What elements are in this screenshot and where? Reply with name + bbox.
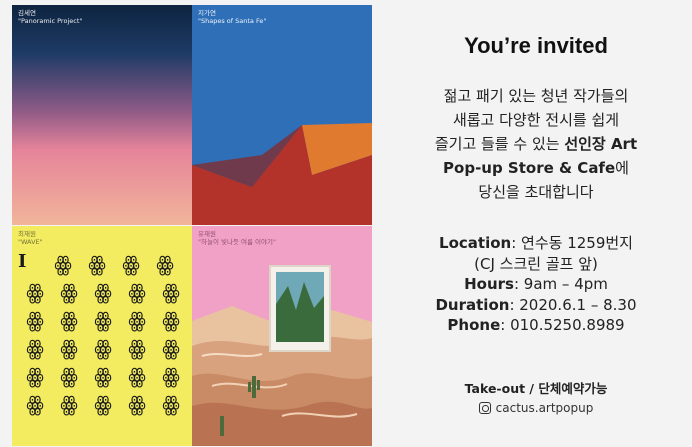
location-row: Location: 연수동 1259번지 bbox=[380, 233, 692, 254]
wave-glyph-icon: ꙮ bbox=[26, 280, 44, 304]
wave-glyph-icon: ꙮ bbox=[26, 336, 44, 360]
artwork-caption: 김세연 "Panoramic Project" bbox=[18, 9, 83, 25]
hours-value: : 9am – 4pm bbox=[513, 275, 608, 293]
invite-intro: 젊고 패기 있는 청년 작가들의 새롭고 다양한 전시를 쉽게 즐기고 들를 수… bbox=[380, 84, 692, 204]
intro-line: Pop-up Store & Cafe에 bbox=[380, 156, 692, 180]
wave-pattern-grid: ꙮ ꙮ ꙮ ꙮ ꙮ ꙮ ꙮ ꙮ ꙮ ꙮ ꙮ ꙮ ꙮ ꙮ ꙮ ꙮ ꙮ ꙮ ꙮ ꙮ bbox=[18, 278, 188, 418]
artwork-santa-fe: 지가연 "Shapes of Santa Fe" bbox=[192, 5, 372, 225]
wave-glyph-icon: ꙮ bbox=[26, 308, 44, 332]
instagram-handle[interactable]: cactus.artpopup bbox=[496, 401, 594, 415]
invitation-text-panel: You’re invited 젊고 패기 있는 청년 작가들의 새롭고 다양한 … bbox=[380, 0, 692, 447]
event-info: Location: 연수동 1259번지 (CJ 스크린 골프 앞) Hours… bbox=[380, 233, 692, 336]
wave-glyph-icon: ꙮ bbox=[88, 252, 106, 276]
phone-value: : 010.5250.8989 bbox=[500, 316, 625, 334]
wave-glyph-icon: ꙮ bbox=[162, 336, 180, 360]
intro-line: 당신을 초대합니다 bbox=[478, 183, 594, 201]
wave-glyph-icon: ꙮ bbox=[162, 308, 180, 332]
intro-line: 젊고 패기 있는 청년 작가들의 bbox=[443, 87, 629, 105]
intro-line: 즐기고 들를 수 있는 선인장 Art bbox=[380, 132, 692, 156]
artwork-caption: 최재원 "WAVE" bbox=[18, 230, 43, 246]
wave-glyph-icon: ꙮ bbox=[94, 364, 112, 388]
location-sub: (CJ 스크린 골프 앞) bbox=[474, 254, 598, 273]
wave-glyph-icon: ꙮ bbox=[60, 336, 78, 360]
phone-label: Phone bbox=[447, 316, 501, 334]
wave-glyph-icon: ꙮ bbox=[94, 392, 112, 416]
brand-name: 선인장 Art bbox=[564, 135, 638, 153]
wave-glyph-icon: ꙮ bbox=[162, 392, 180, 416]
wave-glyph-icon: ꙮ bbox=[128, 280, 146, 304]
artwork-wave: 최재원 "WAVE" I ꙮ ꙮ ꙮ ꙮ ꙮ ꙮ ꙮ ꙮ ꙮ ꙮ ꙮ ꙮ ꙮ ꙮ… bbox=[12, 226, 192, 446]
wave-glyph-icon: ꙮ bbox=[128, 336, 146, 360]
wave-glyph-icon: ꙮ bbox=[94, 308, 112, 332]
wave-glyph-icon: ꙮ bbox=[60, 364, 78, 388]
intro-text: 즐기고 들를 수 있는 bbox=[434, 135, 565, 153]
wave-glyph-icon: ꙮ bbox=[54, 252, 72, 276]
desert-landscape-graphic bbox=[192, 265, 372, 446]
adobe-wall-graphic bbox=[192, 123, 372, 225]
wave-glyph-icon: ꙮ bbox=[128, 392, 146, 416]
wave-glyph-icon: ꙮ bbox=[162, 364, 180, 388]
invite-title: You’re invited bbox=[464, 33, 608, 58]
hours-label: Hours bbox=[464, 275, 514, 293]
wave-pattern-row: ꙮ ꙮ ꙮ ꙮ bbox=[46, 250, 192, 278]
location-value: : 연수동 1259번지 bbox=[511, 234, 633, 252]
wave-glyph-icon: ꙮ bbox=[26, 392, 44, 416]
duration-value: : 2020.6.1 – 8.30 bbox=[509, 295, 637, 314]
wave-glyph-icon: ꙮ bbox=[162, 280, 180, 304]
wave-glyph-icon: ꙮ bbox=[94, 280, 112, 304]
instagram-handle-row[interactable]: cactus.artpopup bbox=[380, 401, 692, 415]
location-label: Location bbox=[439, 234, 512, 252]
hours-row: Hours: 9am – 4pm bbox=[380, 274, 692, 295]
artwork-collage: 김세연 "Panoramic Project" 지가연 "Shapes of S… bbox=[12, 5, 372, 446]
brand-name: Pop-up Store & Cafe bbox=[443, 159, 616, 177]
duration-row: Duration: 2020.6.1 – 8.30 bbox=[380, 295, 692, 316]
wave-glyph-icon: ꙮ bbox=[128, 308, 146, 332]
wave-glyph-icon: ꙮ bbox=[60, 308, 78, 332]
wave-glyph-icon: ꙮ bbox=[94, 336, 112, 360]
wave-glyph-icon: ꙮ bbox=[122, 252, 140, 276]
wave-glyph-icon: ꙮ bbox=[156, 252, 174, 276]
service-note: Take-out / 단체예약가능 bbox=[464, 381, 608, 396]
artwork-panoramic: 김세연 "Panoramic Project" bbox=[12, 5, 192, 225]
artwork-desert-window: 유재원 "하늘이 빛나듯 여름 이야기" bbox=[192, 226, 372, 446]
instagram-icon bbox=[478, 402, 491, 414]
phone-row: Phone: 010.5250.8989 bbox=[380, 315, 692, 336]
pattern-letter: I bbox=[18, 251, 27, 272]
invitation-card: 김세연 "Panoramic Project" 지가연 "Shapes of S… bbox=[0, 0, 692, 447]
intro-line: 새롭고 다양한 전시를 쉽게 bbox=[452, 111, 620, 129]
wave-glyph-icon: ꙮ bbox=[128, 364, 146, 388]
wave-glyph-icon: ꙮ bbox=[60, 280, 78, 304]
wave-glyph-icon: ꙮ bbox=[60, 392, 78, 416]
intro-text: 에 bbox=[615, 159, 629, 177]
wave-glyph-icon: ꙮ bbox=[26, 364, 44, 388]
duration-label: Duration bbox=[435, 295, 510, 314]
